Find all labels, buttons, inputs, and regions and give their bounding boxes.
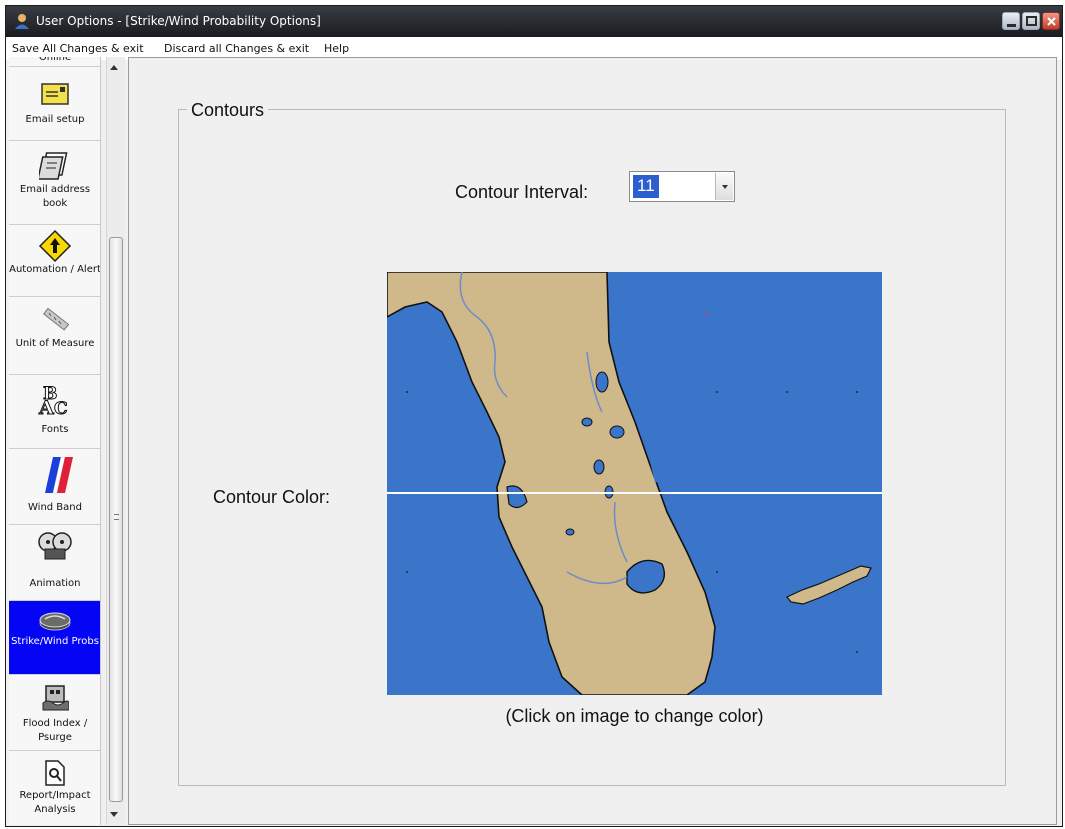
close-button[interactable] bbox=[1042, 12, 1060, 30]
svg-text:C: C bbox=[54, 399, 68, 419]
sidebar-scrollbar[interactable] bbox=[106, 57, 125, 825]
maximize-button[interactable] bbox=[1022, 12, 1040, 30]
florida-map bbox=[387, 272, 882, 695]
change-color-hint: (Click on image to change color) bbox=[505, 706, 764, 726]
wind-band-icon bbox=[45, 456, 73, 494]
contour-interval-value: 11 bbox=[633, 175, 659, 198]
sidebar-item-label: Online bbox=[38, 57, 72, 63]
sidebar-item-unit-of-measure[interactable]: Unit of Measure bbox=[9, 297, 100, 375]
sidebar-item-label: Email address book bbox=[19, 184, 91, 209]
sidebar-item-flood-index[interactable]: Flood Index / Psurge bbox=[9, 675, 100, 751]
sidebar-item-label: Automation / Alert bbox=[9, 264, 101, 275]
sidebar-item-fonts[interactable]: B A C Fonts bbox=[9, 375, 100, 449]
sidebar-item-address-book[interactable]: Email address book bbox=[9, 141, 100, 225]
scroll-down-icon[interactable] bbox=[110, 812, 118, 817]
sidebar-item-email-setup[interactable]: Email setup bbox=[9, 67, 100, 141]
menu-save-all[interactable]: Save All Changes & exit bbox=[12, 42, 144, 55]
sidebar-item-animation[interactable]: Animation bbox=[9, 525, 100, 601]
svg-text:A: A bbox=[38, 397, 54, 419]
user-icon bbox=[15, 14, 29, 29]
sidebar-item-label: Fonts bbox=[41, 424, 69, 435]
minimize-button[interactable] bbox=[1002, 12, 1020, 30]
contour-color-map-preview[interactable] bbox=[387, 272, 882, 695]
sidebar-item-label: Animation bbox=[29, 578, 81, 589]
florida-landmass bbox=[387, 272, 716, 695]
sidebar-item-strike-wind-probs[interactable]: Strike/Wind Probs bbox=[9, 601, 100, 675]
sidebar-item-label: Report/Impact Analysis bbox=[19, 790, 91, 815]
chevron-down-icon[interactable] bbox=[715, 173, 733, 200]
contour-interval-select[interactable]: 11 bbox=[629, 171, 735, 202]
florida-keys bbox=[786, 565, 872, 605]
options-panel: Contours Contour Interval: 11 Contour Co… bbox=[128, 57, 1057, 825]
sidebar-item-report[interactable]: Report/Impact Analysis bbox=[9, 751, 100, 825]
sidebar-item-online[interactable]: Online bbox=[9, 57, 100, 67]
sidebar-item-label: Strike/Wind Probs bbox=[11, 636, 99, 647]
sidebar-item-automation[interactable]: Automation / Alert bbox=[9, 225, 101, 297]
flood-icon bbox=[42, 685, 69, 711]
sidebar-item-label: Wind Band bbox=[28, 502, 82, 513]
warning-sign-icon bbox=[38, 229, 72, 263]
contour-interval-label: Contour Interval: bbox=[455, 182, 589, 202]
ruler-icon bbox=[42, 307, 70, 331]
sidebar-item-wind-band[interactable]: Wind Band bbox=[9, 449, 100, 525]
contours-group-title: Contours bbox=[187, 100, 269, 121]
options-sidebar: Online Email setup Email address book Au… bbox=[9, 57, 101, 825]
report-icon bbox=[45, 760, 65, 786]
close-icon bbox=[1047, 17, 1056, 26]
contour-color-label: Contour Color: bbox=[213, 487, 331, 507]
title-bar: User Options - [Strike/Wind Probability … bbox=[6, 6, 1062, 37]
minimize-icon bbox=[1007, 24, 1016, 27]
sidebar-item-label: Flood Index / Psurge bbox=[22, 718, 88, 743]
menu-help[interactable]: Help bbox=[324, 42, 349, 55]
fonts-icon: B A C bbox=[38, 384, 69, 420]
menu-discard-all[interactable]: Discard all Changes & exit bbox=[164, 42, 309, 55]
sidebar-item-label: Email setup bbox=[25, 114, 85, 125]
scroll-thumb[interactable] bbox=[109, 237, 123, 802]
maximize-icon bbox=[1026, 16, 1037, 26]
grip-icon bbox=[114, 514, 119, 520]
address-book-icon bbox=[39, 152, 68, 180]
envelope-icon bbox=[41, 83, 69, 105]
film-reel-icon bbox=[38, 532, 72, 560]
scroll-up-icon[interactable] bbox=[110, 65, 118, 70]
window-title: User Options - [Strike/Wind Probability … bbox=[36, 14, 321, 28]
strike-wind-icon bbox=[39, 612, 71, 631]
sidebar-item-label: Unit of Measure bbox=[15, 338, 95, 349]
